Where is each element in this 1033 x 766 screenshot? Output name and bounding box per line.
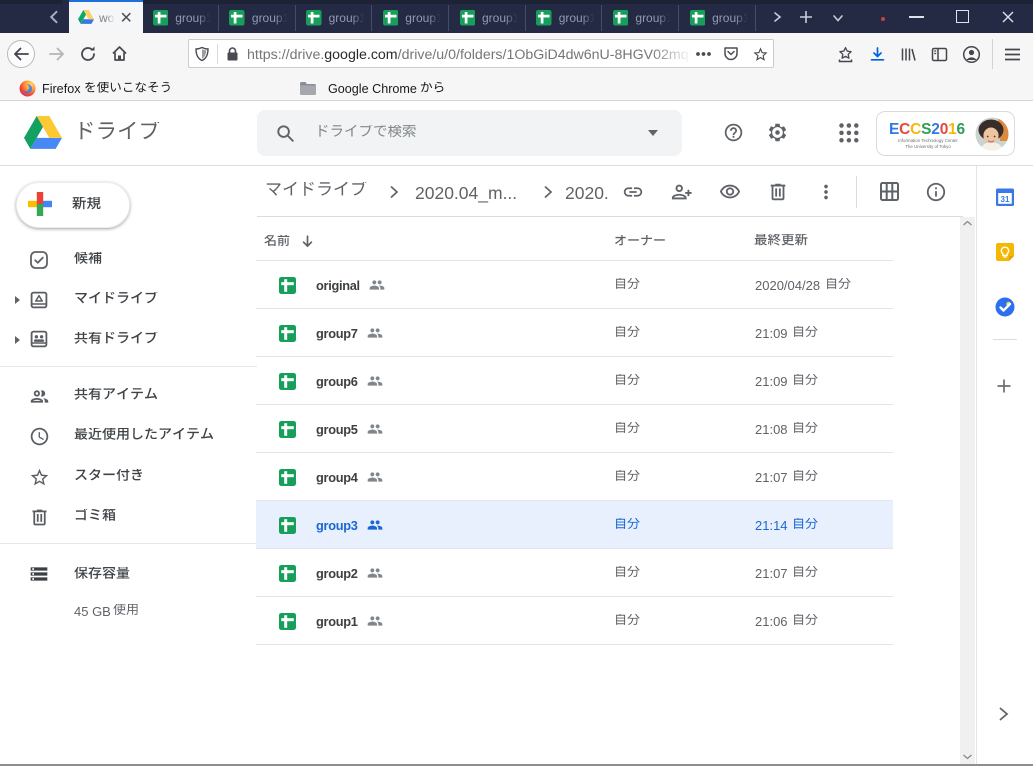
svg-text:31: 31 — [1001, 195, 1010, 204]
